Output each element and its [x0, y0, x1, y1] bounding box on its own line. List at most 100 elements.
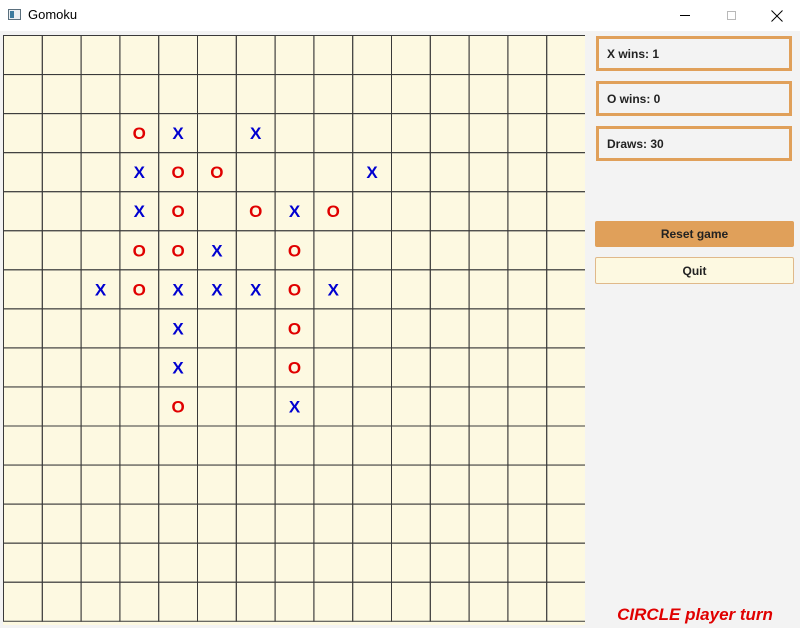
board-cell[interactable] [3, 191, 43, 232]
board-cell[interactable] [235, 503, 276, 544]
board-cell[interactable] [119, 308, 160, 349]
board-cell[interactable] [391, 113, 431, 154]
board-cell[interactable] [197, 425, 237, 466]
board-cell[interactable] [429, 347, 470, 388]
board-cell[interactable] [468, 230, 509, 271]
board-cell[interactable] [468, 269, 509, 310]
board-cell[interactable] [80, 191, 121, 232]
game-board[interactable]: O X X X O O X X O O X O O O X O X O X X X O X X O X O O X [3, 35, 585, 625]
board-cell[interactable] [235, 347, 276, 388]
board-cell[interactable] [468, 581, 509, 622]
board-cell[interactable] [197, 464, 237, 505]
board-cell[interactable] [274, 503, 315, 544]
board-cell[interactable] [119, 581, 160, 622]
board-cell[interactable] [468, 347, 509, 388]
board-cell[interactable] [429, 503, 470, 544]
board-cell[interactable] [41, 503, 82, 544]
board-cell[interactable] [313, 152, 354, 193]
board-cell[interactable] [468, 152, 509, 193]
board-cell[interactable] [119, 74, 160, 115]
board-cell[interactable] [507, 464, 548, 505]
board-cell[interactable] [41, 74, 82, 115]
board-cell[interactable] [313, 542, 354, 583]
board-cell[interactable] [468, 386, 509, 427]
board-cell[interactable] [235, 74, 276, 115]
board-cell[interactable] [3, 386, 43, 427]
board-cell[interactable] [429, 464, 470, 505]
board-cell[interactable] [391, 542, 431, 583]
board-cell[interactable] [352, 269, 393, 310]
board-cell[interactable] [80, 113, 121, 154]
board-cell[interactable] [429, 269, 470, 310]
board-cell[interactable] [352, 464, 393, 505]
board-cell[interactable] [507, 386, 548, 427]
board-cell[interactable] [41, 347, 82, 388]
board-cell[interactable] [546, 542, 585, 583]
board-cell[interactable] [313, 308, 354, 349]
board-cell[interactable] [119, 386, 160, 427]
board-cell[interactable] [197, 35, 237, 76]
board-cell[interactable] [41, 152, 82, 193]
board-cell[interactable] [546, 503, 585, 544]
board-cell[interactable] [158, 581, 198, 622]
board-cell[interactable] [80, 503, 121, 544]
board-cell[interactable] [468, 74, 509, 115]
board-cell[interactable] [197, 503, 237, 544]
board-cell[interactable] [352, 425, 393, 466]
board-cell[interactable] [391, 581, 431, 622]
board-cell[interactable] [352, 230, 393, 271]
board-cell[interactable] [352, 74, 393, 115]
board-cell[interactable] [546, 269, 585, 310]
board-cell[interactable] [507, 74, 548, 115]
board-cell[interactable] [158, 503, 198, 544]
board-cell[interactable] [507, 230, 548, 271]
board-cell[interactable] [429, 425, 470, 466]
board-cell[interactable] [41, 35, 82, 76]
board-cell[interactable] [197, 308, 237, 349]
board-cell[interactable] [274, 581, 315, 622]
board-cell[interactable] [507, 503, 548, 544]
reset-game-button[interactable]: Reset game [595, 221, 794, 247]
board-cell[interactable] [391, 386, 431, 427]
board-cell[interactable] [352, 191, 393, 232]
quit-button[interactable]: Quit [595, 257, 794, 284]
board-cell[interactable] [352, 35, 393, 76]
board-cell[interactable] [313, 74, 354, 115]
board-cell[interactable] [41, 425, 82, 466]
board-cell[interactable] [468, 308, 509, 349]
board-cell[interactable] [119, 35, 160, 76]
board-cell[interactable] [235, 152, 276, 193]
board-cell[interactable] [468, 113, 509, 154]
board-cell[interactable] [41, 581, 82, 622]
board-cell[interactable] [507, 269, 548, 310]
board-cell[interactable] [468, 191, 509, 232]
board-cell[interactable] [80, 35, 121, 76]
board-cell[interactable] [468, 464, 509, 505]
board-cell[interactable] [3, 464, 43, 505]
board-cell[interactable] [3, 308, 43, 349]
board-cell[interactable] [197, 542, 237, 583]
board-cell[interactable] [507, 191, 548, 232]
board-cell[interactable] [158, 35, 198, 76]
board-cell[interactable] [3, 503, 43, 544]
board-cell[interactable] [429, 542, 470, 583]
board-cell[interactable] [391, 230, 431, 271]
board-cell[interactable] [80, 308, 121, 349]
board-cell[interactable] [313, 464, 354, 505]
board-cell[interactable] [313, 503, 354, 544]
board-cell[interactable] [391, 425, 431, 466]
board-cell[interactable] [546, 308, 585, 349]
board-cell[interactable] [507, 152, 548, 193]
board-cell[interactable] [274, 152, 315, 193]
board-cell[interactable] [235, 308, 276, 349]
board-cell[interactable] [235, 230, 276, 271]
board-cell[interactable] [391, 191, 431, 232]
board-cell[interactable] [119, 464, 160, 505]
board-cell[interactable] [429, 386, 470, 427]
board-cell[interactable] [3, 425, 43, 466]
board-cell[interactable] [391, 152, 431, 193]
board-cell[interactable] [546, 581, 585, 622]
board-cell[interactable] [158, 464, 198, 505]
board-cell[interactable] [546, 35, 585, 76]
board-cell[interactable] [352, 581, 393, 622]
